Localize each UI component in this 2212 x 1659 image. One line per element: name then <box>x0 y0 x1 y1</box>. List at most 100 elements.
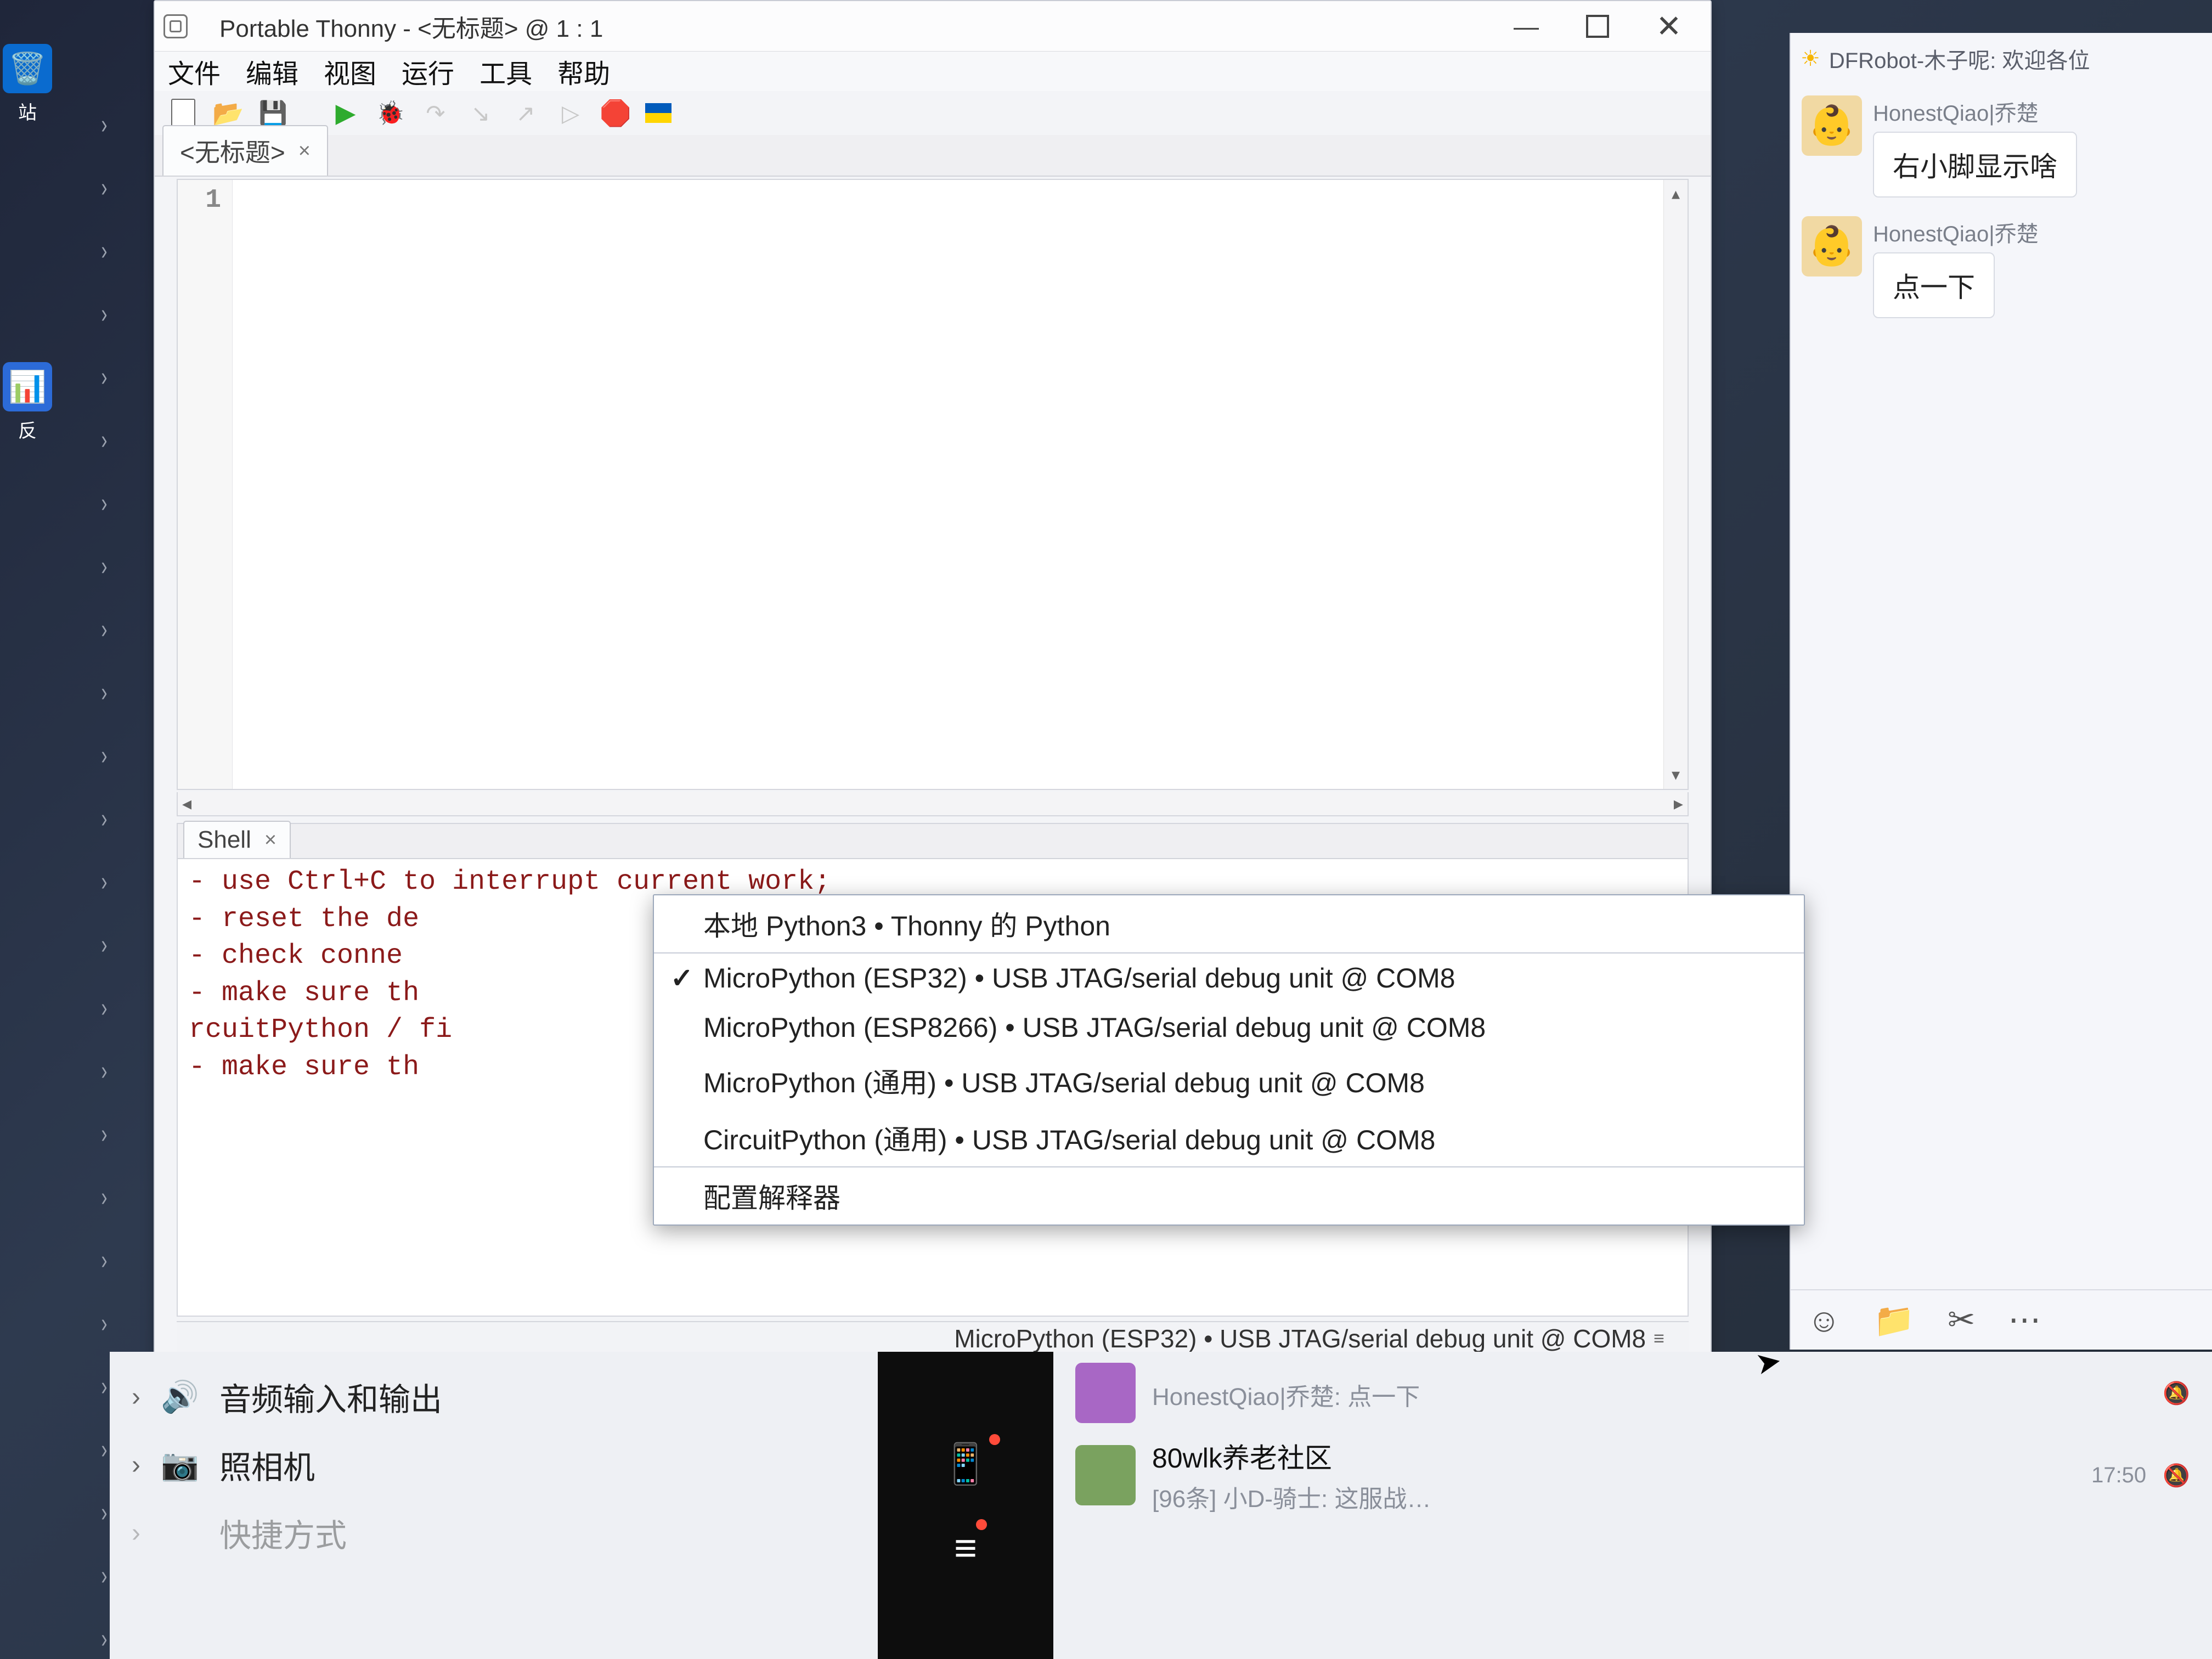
statusbar[interactable]: MicroPython (ESP32) • USB JTAG/serial de… <box>177 1321 1689 1355</box>
chat-messages[interactable]: 👶 HonestQiao|乔楚 右小脚显示啥 👶 HonestQiao|乔楚 点… <box>1791 84 2212 1289</box>
editor-tabs: <无标题> × <box>155 135 1711 177</box>
avatar[interactable]: 👶 <box>1802 216 1862 276</box>
toolbar: 📂 💾 ▶ 🐞 ↷ ↘ ↗ ▷ 🛑 <box>155 91 1711 135</box>
popup-item-micropython-generic[interactable]: MicroPython (通用) • USB JTAG/serial debug… <box>654 1052 1804 1109</box>
interpreter-popup-menu: 本地 Python3 • Thonny 的 Python MicroPython… <box>653 894 1805 1226</box>
titlebar[interactable]: Portable Thonny - <无标题> @ 1 : 1 — ✕ <box>155 1 1711 52</box>
menu-tools[interactable]: 工具 <box>479 52 532 91</box>
chat-bubble[interactable]: 右小脚显示啥 <box>1873 132 2077 198</box>
device-item-camera[interactable]: › 📷 照相机 <box>132 1442 856 1488</box>
maximize-button[interactable] <box>1581 10 1614 43</box>
device-label: 照相机 <box>219 1442 315 1488</box>
resume-button[interactable]: ▷ <box>555 98 586 128</box>
step-over-button[interactable]: ↷ <box>420 98 451 128</box>
desktop: 🗑️ 站 📊 反 ›››››››››››››››››››››››››› Port… <box>0 0 2212 1659</box>
folder-button[interactable]: 📁 <box>1874 1301 1915 1340</box>
save-file-button[interactable]: 💾 <box>258 98 289 128</box>
stop-button[interactable]: 🛑 <box>600 98 631 128</box>
emoji-button[interactable]: ☺ <box>1807 1301 1841 1339</box>
desktop-icon-label: 站 <box>0 98 66 125</box>
speaker-icon: 🔊 <box>160 1379 200 1415</box>
conversation-item[interactable]: HonestQiao|乔楚: 点一下 🔕 <box>1075 1363 2190 1423</box>
step-into-button[interactable]: ↘ <box>465 98 496 128</box>
shell-tab-close[interactable]: × <box>264 828 276 852</box>
mute-icon: 🔕 <box>2163 1463 2190 1488</box>
shell-tab-label: Shell <box>198 826 251 854</box>
chat-sender-name: HonestQiao|乔楚 <box>1873 216 2039 248</box>
device-manager-list: › 🔊 音频输入和输出 › 📷 照相机 › 快捷方式 <box>110 1352 878 1659</box>
chat-toolbar: ☺ 📁 ✂ ⋯ <box>1791 1289 2212 1350</box>
minimize-button[interactable]: — <box>1510 10 1543 43</box>
new-file-button[interactable] <box>168 98 199 128</box>
sun-icon: ☀ <box>1801 46 1820 71</box>
popup-item-local-python3[interactable]: 本地 Python3 • Thonny 的 Python <box>654 895 1804 953</box>
left-expand-arrows: ›››››››››››››››››››››››››› <box>100 110 109 1659</box>
chevron-right-icon[interactable]: › <box>101 110 107 140</box>
chat-app-sidebar: 📱 ≡ <box>878 1352 1053 1659</box>
app-icon: 📊 <box>3 362 52 411</box>
menu-file[interactable]: 文件 <box>168 52 221 91</box>
menu-edit[interactable]: 编辑 <box>246 52 298 91</box>
mute-icon: 🔕 <box>2163 1380 2190 1406</box>
menubar: 文件 编辑 视图 运行 工具 帮助 <box>155 52 1711 91</box>
scroll-up-icon[interactable]: ▴ <box>1672 184 1680 204</box>
conversation-name: 80wlk养老社区 <box>1152 1436 2075 1476</box>
device-label: 音频输入和输出 <box>219 1374 442 1420</box>
desktop-icon-2[interactable]: 📊 反 <box>0 362 66 443</box>
more-button[interactable]: ⋯ <box>2008 1301 2041 1339</box>
scroll-right-icon[interactable]: ▸ <box>1674 793 1683 815</box>
chat-header[interactable]: ☀ DFRobot-木子呢: 欢迎各位 <box>1791 33 2212 84</box>
scissors-button[interactable]: ✂ <box>1948 1301 1975 1339</box>
device-item-audio[interactable]: › 🔊 音频输入和输出 <box>132 1374 856 1420</box>
chat-sender-name: HonestQiao|乔楚 <box>1873 95 2077 127</box>
menu-run[interactable]: 运行 <box>402 52 454 91</box>
camera-icon: 📷 <box>160 1447 200 1483</box>
chevron-right-icon[interactable]: › <box>132 1450 140 1480</box>
menu-help[interactable]: 帮助 <box>557 52 610 91</box>
device-label: 快捷方式 <box>219 1510 347 1556</box>
desktop-icon-label: 反 <box>0 416 66 443</box>
editor-horizontal-scrollbar[interactable]: ◂▸ <box>177 792 1689 816</box>
avatar <box>1075 1445 1136 1505</box>
step-out-button[interactable]: ↗ <box>510 98 541 128</box>
chevron-right-icon[interactable]: › <box>132 1382 140 1412</box>
chevron-right-icon[interactable]: › <box>132 1518 140 1548</box>
chat-header-text: DFRobot-木子呢: 欢迎各位 <box>1829 43 2090 75</box>
open-file-button[interactable]: 📂 <box>213 98 244 128</box>
popup-item-circuitpython[interactable]: CircuitPython (通用) • USB JTAG/serial deb… <box>654 1109 1804 1167</box>
device-item-shortcut[interactable]: › 快捷方式 <box>132 1510 856 1556</box>
conversation-preview: HonestQiao|乔楚: 点一下 <box>1152 1377 2130 1412</box>
chat-bubble[interactable]: 点一下 <box>1873 252 1995 318</box>
scroll-left-icon[interactable]: ◂ <box>182 793 191 815</box>
interpreter-status[interactable]: MicroPython (ESP32) • USB JTAG/serial de… <box>954 1324 1646 1353</box>
code-editor[interactable]: 1 ▴▾ <box>177 179 1689 790</box>
editor-tab[interactable]: <无标题> × <box>162 125 328 176</box>
window-title: Portable Thonny - <无标题> @ 1 : 1 <box>198 9 1510 44</box>
close-button[interactable]: ✕ <box>1652 10 1685 43</box>
popup-item-esp8266[interactable]: MicroPython (ESP8266) • USB JTAG/serial … <box>654 1003 1804 1052</box>
conversation-time: 17:50 <box>2091 1463 2146 1488</box>
conversation-item[interactable]: 80wlk养老社区 [96条] 小D-骑士: 这服战… 17:50 🔕 <box>1075 1436 2190 1514</box>
background-window: › 🔊 音频输入和输出 › 📷 照相机 › 快捷方式 📱 ≡ <box>110 1352 2212 1659</box>
chat-panel: ☀ DFRobot-木子呢: 欢迎各位 👶 HonestQiao|乔楚 右小脚显… <box>1790 33 2212 1350</box>
run-button[interactable]: ▶ <box>330 98 361 128</box>
recycle-icon: 🗑️ <box>3 44 52 93</box>
tab-close-button[interactable]: × <box>298 139 311 163</box>
editor-vertical-scrollbar[interactable]: ▴▾ <box>1663 180 1688 789</box>
mobile-icon[interactable]: 📱 <box>941 1441 990 1487</box>
statusbar-menu-icon[interactable]: ≡ <box>1654 1328 1664 1350</box>
debug-button[interactable]: 🐞 <box>375 98 406 128</box>
code-area[interactable] <box>233 180 1688 789</box>
menu-view[interactable]: 视图 <box>324 52 376 91</box>
menu-icon[interactable]: ≡ <box>954 1526 977 1571</box>
shell-tab[interactable]: Shell × <box>183 821 291 858</box>
scroll-down-icon[interactable]: ▾ <box>1672 765 1680 785</box>
desktop-recycle-bin[interactable]: 🗑️ 站 <box>0 44 66 125</box>
popup-item-esp32[interactable]: MicroPython (ESP32) • USB JTAG/serial de… <box>654 953 1804 1003</box>
avatar[interactable]: 👶 <box>1802 95 1862 156</box>
thonny-icon <box>163 14 188 38</box>
line-gutter: 1 <box>178 180 233 789</box>
popup-item-configure[interactable]: 配置解释器 <box>654 1167 1804 1224</box>
line-number: 1 <box>178 185 232 215</box>
chat-message: 👶 HonestQiao|乔楚 点一下 <box>1802 216 2201 318</box>
